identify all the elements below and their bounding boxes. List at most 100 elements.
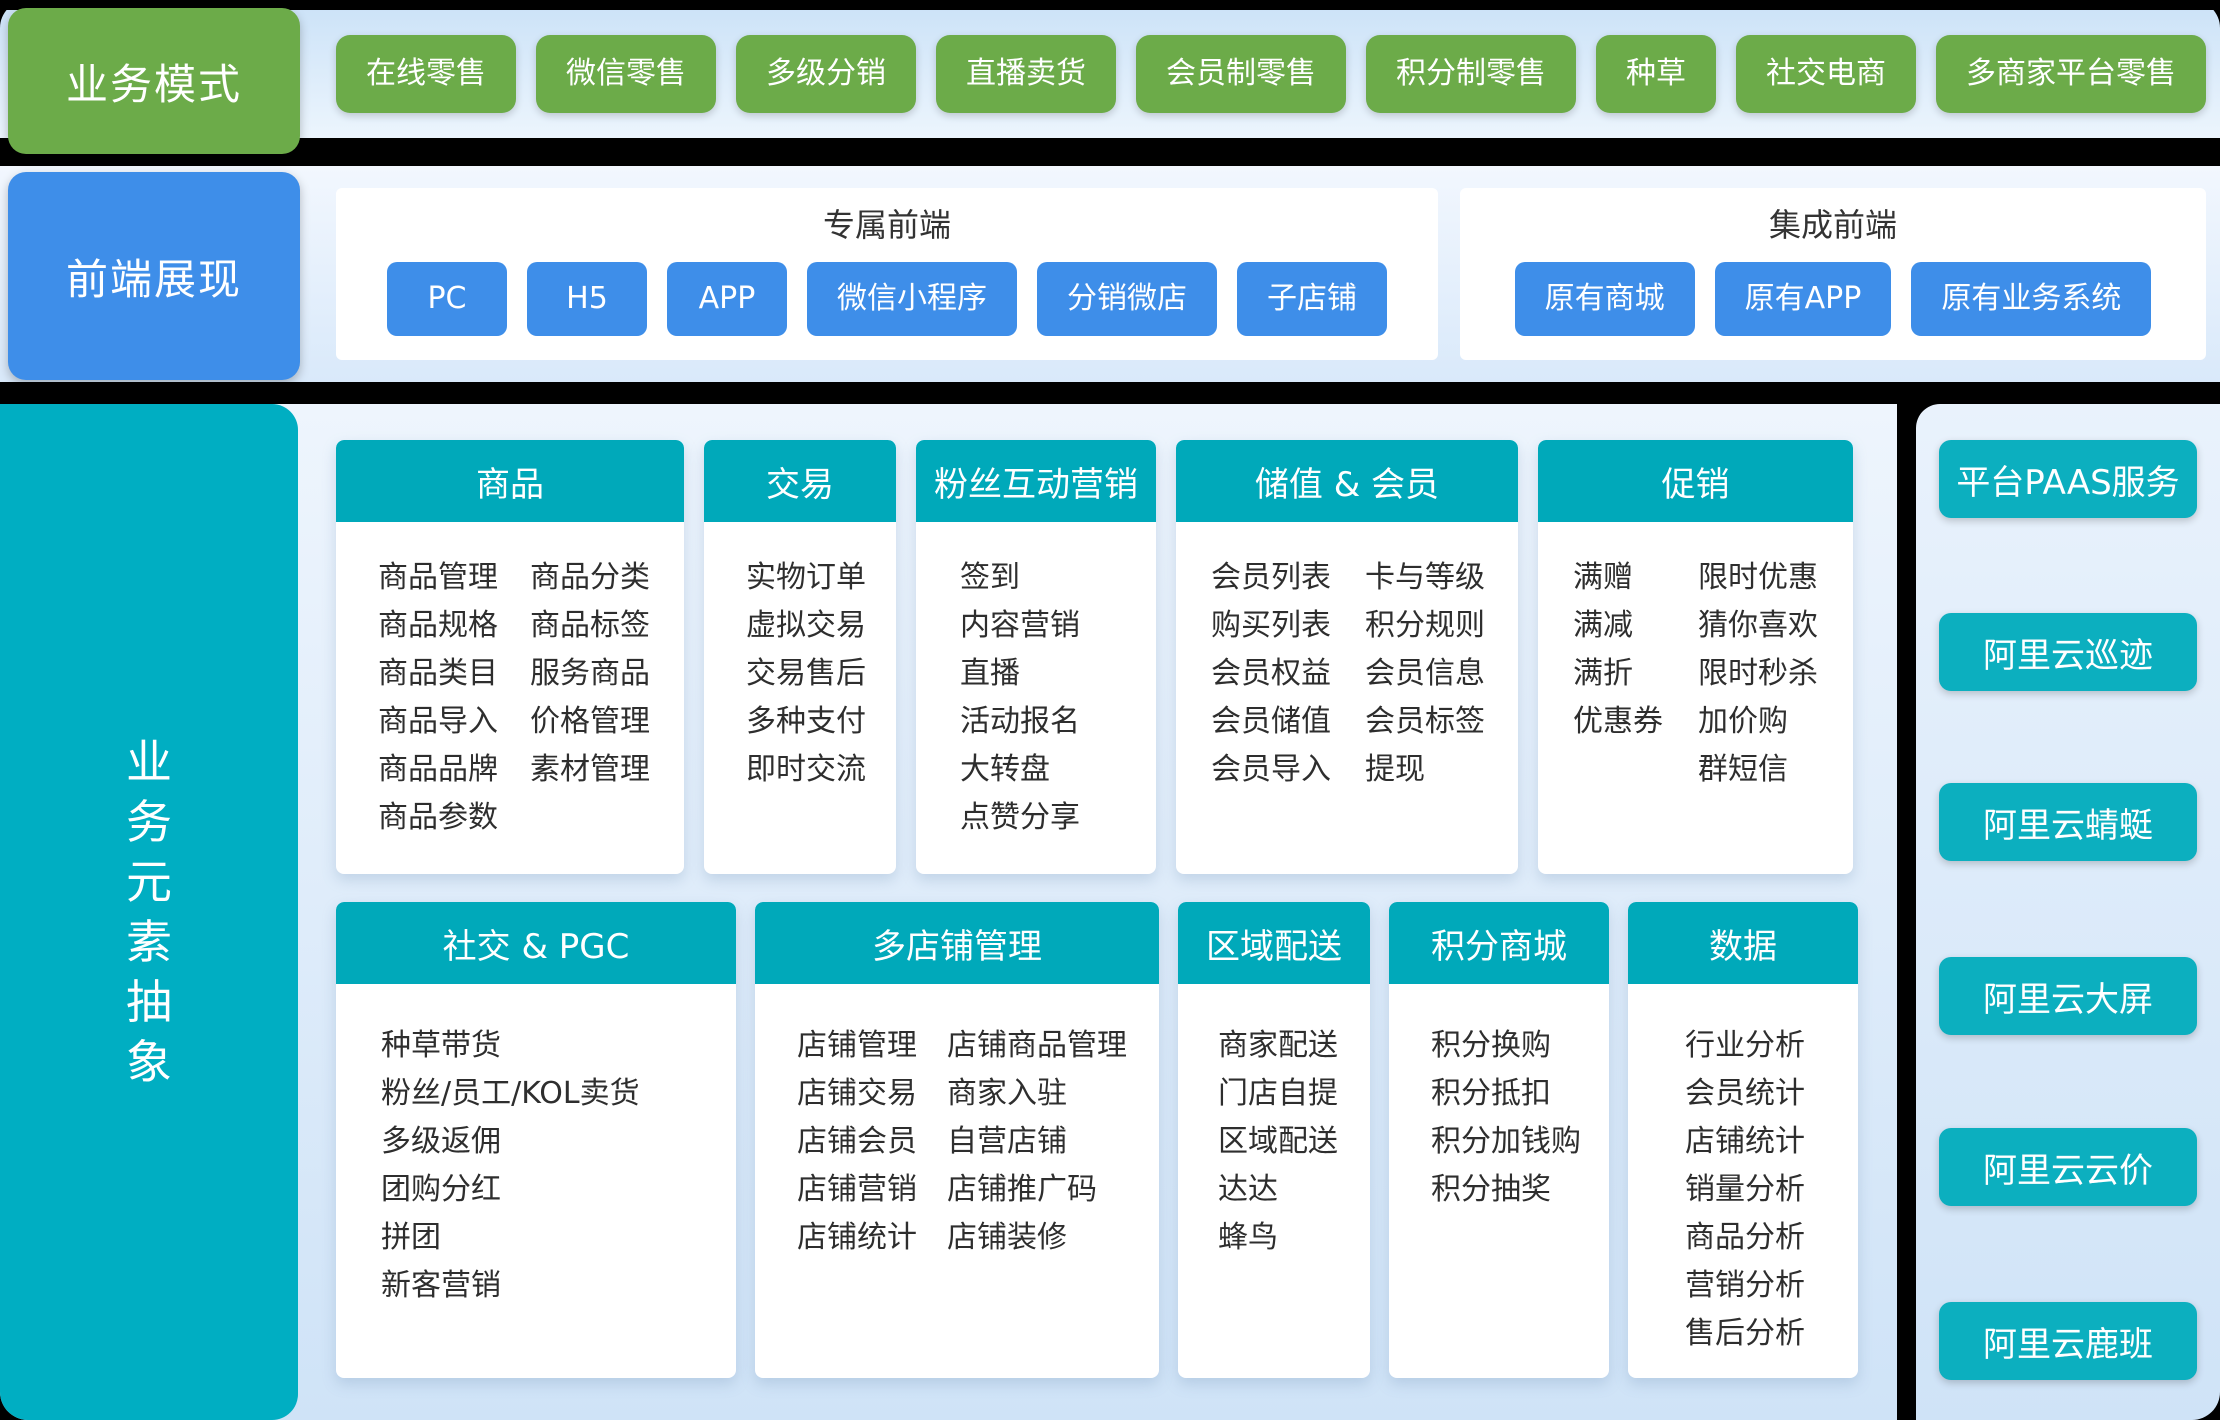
card-title: 商品	[336, 440, 684, 522]
frontend-button: 原有商城	[1515, 262, 1695, 336]
card-column: 种草带货粉丝/员工/KOL卖货多级返佣团购分红拼团新客营销	[381, 1022, 640, 1310]
label-char: 象	[126, 1032, 172, 1092]
card-item: 店铺推广码	[947, 1166, 1127, 1214]
card-item: 商品品牌	[378, 746, 530, 794]
label-char: 务	[126, 792, 172, 852]
card-body: 签到内容营销直播活动报名大转盘点赞分享	[916, 522, 1156, 842]
card-body: 商品管理商品规格商品类目商品导入商品品牌商品参数商品分类商品标签服务商品价格管理…	[336, 522, 684, 842]
frontend-button: 子店铺	[1237, 262, 1387, 336]
card-item: 价格管理	[530, 698, 650, 746]
card-item: 店铺会员	[797, 1118, 947, 1166]
card-item: 内容营销	[960, 602, 1080, 650]
card-column: 店铺商品管理商家入驻自营店铺店铺推广码店铺装修	[947, 1022, 1127, 1262]
card-item: 猜你喜欢	[1698, 602, 1818, 650]
card-item: 限时优惠	[1698, 554, 1818, 602]
dedicated-frontend-title: 专属前端	[336, 200, 1438, 246]
paas-service-button: 阿里云蜻蜓	[1939, 783, 2197, 861]
card-item: 商品参数	[378, 794, 530, 842]
feature-card: 社交 & PGC种草带货粉丝/员工/KOL卖货多级返佣团购分红拼团新客营销	[336, 902, 736, 1378]
card-item: 种草带货	[381, 1022, 640, 1070]
card-column: 实物订单虚拟交易交易售后多种支付即时交流	[746, 554, 866, 794]
integrated-frontend-title: 集成前端	[1460, 200, 2206, 246]
dedicated-frontend-panel: 专属前端 PCH5APP微信小程序分销微店子店铺	[336, 188, 1438, 360]
frontend-button: 原有业务系统	[1911, 262, 2151, 336]
card-body: 积分换购积分抵扣积分加钱购积分抽奖	[1389, 984, 1609, 1214]
feature-card: 粉丝互动营销签到内容营销直播活动报名大转盘点赞分享	[916, 440, 1156, 874]
card-item: 商品类目	[378, 650, 530, 698]
card-item: 售后分析	[1685, 1310, 1805, 1358]
paas-service-button: 阿里云大屏	[1939, 957, 2197, 1035]
feature-card: 促销满赠满减满折优惠券限时优惠猜你喜欢限时秒杀加价购群短信	[1538, 440, 1853, 874]
business-model-item: 多级分销	[736, 35, 916, 113]
card-item: 服务商品	[530, 650, 650, 698]
card-body: 商家配送门店自提区域配送达达蜂鸟	[1178, 984, 1370, 1262]
card-item: 活动报名	[960, 698, 1080, 746]
card-item: 会员列表	[1211, 554, 1365, 602]
card-item: 蜂鸟	[1218, 1214, 1338, 1262]
card-item: 积分抽奖	[1431, 1166, 1581, 1214]
card-item: 店铺营销	[797, 1166, 947, 1214]
card-title: 数据	[1628, 902, 1858, 984]
card-title: 交易	[704, 440, 896, 522]
card-item: 群短信	[1698, 746, 1818, 794]
card-item: 商品分类	[530, 554, 650, 602]
feature-card: 数据行业分析会员统计店铺统计销量分析商品分析营销分析售后分析	[1628, 902, 1858, 1378]
business-model-item: 积分制零售	[1366, 35, 1576, 113]
card-column: 行业分析会员统计店铺统计销量分析商品分析营销分析售后分析	[1685, 1022, 1805, 1358]
card-title: 多店铺管理	[755, 902, 1159, 984]
card-column: 商品管理商品规格商品类目商品导入商品品牌商品参数	[378, 554, 530, 842]
card-item: 多级返佣	[381, 1118, 640, 1166]
card-body: 满赠满减满折优惠券限时优惠猜你喜欢限时秒杀加价购群短信	[1538, 522, 1853, 794]
frontend-button: 分销微店	[1037, 262, 1217, 336]
card-item: 店铺统计	[797, 1214, 947, 1262]
business-model-item: 多商家平台零售	[1936, 35, 2206, 113]
card-item: 多种支付	[746, 698, 866, 746]
feature-cards-row-2: 社交 & PGC种草带货粉丝/员工/KOL卖货多级返佣团购分红拼团新客营销多店铺…	[336, 902, 1858, 1378]
label-char: 元	[126, 852, 172, 912]
card-item: 店铺统计	[1685, 1118, 1805, 1166]
card-item: 卡与等级	[1365, 554, 1485, 602]
card-item: 虚拟交易	[746, 602, 866, 650]
card-column: 限时优惠猜你喜欢限时秒杀加价购群短信	[1698, 554, 1818, 794]
card-body: 行业分析会员统计店铺统计销量分析商品分析营销分析售后分析	[1628, 984, 1858, 1358]
card-column: 商家配送门店自提区域配送达达蜂鸟	[1218, 1022, 1338, 1262]
card-column: 积分换购积分抵扣积分加钱购积分抽奖	[1431, 1022, 1581, 1214]
card-title: 储值 & 会员	[1176, 440, 1518, 522]
card-item: 会员储值	[1211, 698, 1365, 746]
card-item: 加价购	[1698, 698, 1818, 746]
card-item: 积分抵扣	[1431, 1070, 1581, 1118]
card-item: 店铺管理	[797, 1022, 947, 1070]
card-body: 店铺管理店铺交易店铺会员店铺营销店铺统计店铺商品管理商家入驻自营店铺店铺推广码店…	[755, 984, 1159, 1262]
card-item: 新客营销	[381, 1262, 640, 1310]
card-item: 店铺商品管理	[947, 1022, 1127, 1070]
card-body: 种草带货粉丝/员工/KOL卖货多级返佣团购分红拼团新客营销	[336, 984, 736, 1310]
card-item: 拼团	[381, 1214, 640, 1262]
card-body: 实物订单虚拟交易交易售后多种支付即时交流	[704, 522, 896, 794]
card-item: 购买列表	[1211, 602, 1365, 650]
label-char: 素	[126, 912, 172, 972]
frontend-button: 原有APP	[1715, 262, 1892, 336]
card-column: 满赠满减满折优惠券	[1573, 554, 1698, 794]
card-column: 商品分类商品标签服务商品价格管理素材管理	[530, 554, 650, 842]
card-item: 店铺交易	[797, 1070, 947, 1118]
card-item: 直播	[960, 650, 1080, 698]
card-item: 自营店铺	[947, 1118, 1127, 1166]
feature-card: 积分商城积分换购积分抵扣积分加钱购积分抽奖	[1389, 902, 1609, 1378]
card-item: 素材管理	[530, 746, 650, 794]
feature-card: 交易实物订单虚拟交易交易售后多种支付即时交流	[704, 440, 896, 874]
card-item: 门店自提	[1218, 1070, 1338, 1118]
card-item: 商家入驻	[947, 1070, 1127, 1118]
card-item: 优惠券	[1573, 698, 1698, 746]
feature-card: 商品商品管理商品规格商品类目商品导入商品品牌商品参数商品分类商品标签服务商品价格…	[336, 440, 684, 874]
business-model-item: 种草	[1596, 35, 1716, 113]
card-item: 即时交流	[746, 746, 866, 794]
business-model-item: 直播卖货	[936, 35, 1116, 113]
card-item: 商品规格	[378, 602, 530, 650]
card-item: 大转盘	[960, 746, 1080, 794]
integrated-frontend-buttons: 原有商城原有APP 原有业务系统	[1460, 262, 2206, 336]
card-item: 会员统计	[1685, 1070, 1805, 1118]
card-title: 粉丝互动营销	[916, 440, 1156, 522]
card-item: 团购分红	[381, 1166, 640, 1214]
card-item: 满折	[1573, 650, 1698, 698]
card-item: 会员标签	[1365, 698, 1485, 746]
